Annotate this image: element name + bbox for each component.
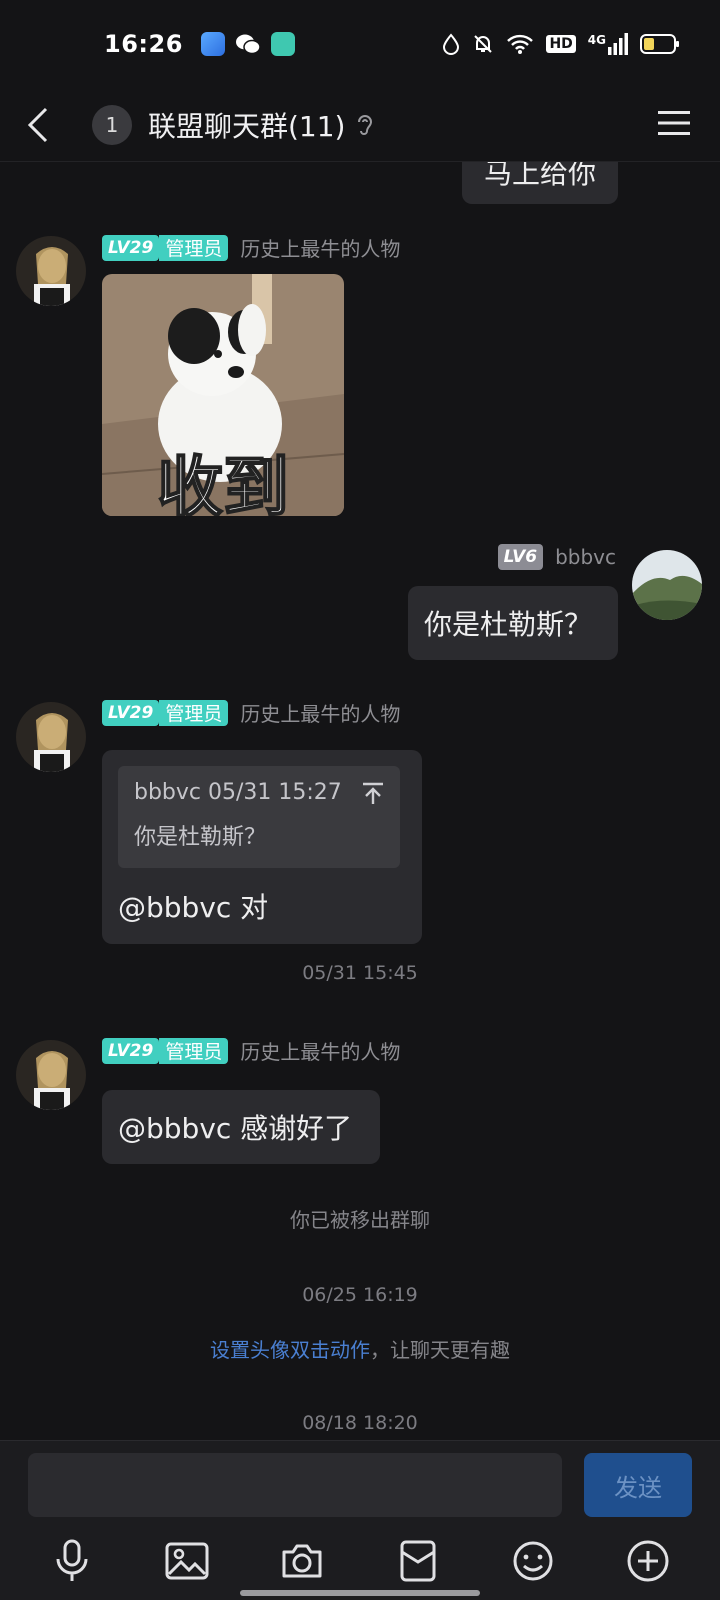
timestamp: 06/25 16:19 xyxy=(302,1284,418,1306)
sticker-caption: 收到 xyxy=(156,448,290,516)
message-text: @bbbvc 对 xyxy=(118,891,269,924)
sender-info: LV29 管理员 历史上最牛的人物 xyxy=(102,1036,400,1065)
level-badge: LV29 xyxy=(102,699,160,726)
quote-meta: bbbvc 05/31 15:27 xyxy=(134,780,342,805)
avatar-action-link[interactable]: 设置头像双击动作 xyxy=(210,1338,370,1362)
camera-icon[interactable] xyxy=(272,1531,332,1591)
message-text: @bbbvc 感谢好了 xyxy=(118,1112,353,1145)
level-badge: LV6 xyxy=(497,544,544,570)
status-indicators: HD 4G xyxy=(442,33,680,55)
level-badge: LV29 xyxy=(102,1037,160,1064)
chat-header: 1 联盟聊天群(11) xyxy=(0,88,720,162)
message-bubble[interactable]: @bbbvc 感谢好了 xyxy=(102,1090,380,1164)
avatar-self[interactable] xyxy=(632,550,702,620)
mute-bell-icon xyxy=(472,33,494,55)
timestamp: 08/18 18:20 xyxy=(302,1412,418,1434)
sender-name: bbbvc xyxy=(555,545,616,569)
message-text: 马上给你 xyxy=(483,162,596,190)
battery-icon xyxy=(640,33,680,55)
timestamp: 05/31 15:45 xyxy=(302,962,418,984)
quote-text: 你是杜勒斯？ xyxy=(134,825,267,850)
back-arrow-icon[interactable] xyxy=(26,107,62,143)
network-type: 4G xyxy=(587,33,606,47)
avatar[interactable] xyxy=(16,702,86,772)
input-bar: 发送 xyxy=(0,1440,720,1600)
status-app-icons xyxy=(200,32,295,56)
jump-to-original-icon[interactable] xyxy=(362,782,384,810)
chat-title: 联盟聊天群(11) xyxy=(148,109,346,143)
avatar[interactable] xyxy=(16,1040,86,1110)
wechat-icon xyxy=(235,32,261,56)
browser-app-icon xyxy=(200,32,225,56)
message-list[interactable]: 马上给你 LV29 管理员 历史上最牛的人物 收到 LV6 bbbvc 你是杜勒… xyxy=(0,162,720,1440)
message-bubble-partial[interactable]: 马上给你 xyxy=(462,162,618,204)
message-input[interactable] xyxy=(28,1453,562,1517)
send-button[interactable]: 发送 xyxy=(584,1453,692,1517)
input-toolbar xyxy=(0,1531,720,1591)
microphone-icon[interactable] xyxy=(42,1531,102,1591)
admin-badge: 管理员 xyxy=(159,1037,229,1064)
plus-icon[interactable] xyxy=(618,1531,678,1591)
drop-icon xyxy=(442,33,460,55)
sender-info: LV6 bbbvc xyxy=(497,544,616,570)
sender-info: LV29 管理员 历史上最牛的人物 xyxy=(102,233,400,262)
image-icon[interactable] xyxy=(157,1531,217,1591)
quoted-message[interactable]: bbbvc 05/31 15:27 你是杜勒斯？ xyxy=(118,766,400,868)
menu-icon[interactable] xyxy=(658,109,690,141)
member-title: 历史上最牛的人物 xyxy=(240,702,401,726)
reply-message-bubble[interactable]: bbbvc 05/31 15:27 你是杜勒斯？ @bbbvc 对 xyxy=(102,750,422,944)
emoji-icon[interactable] xyxy=(503,1531,563,1591)
red-packet-icon[interactable] xyxy=(388,1531,448,1591)
hd-icon: HD xyxy=(546,35,576,53)
message-text: 你是杜勒斯？ xyxy=(424,608,593,641)
avatar-tip-message: 设置头像双击动作，让聊天更有趣 xyxy=(0,1334,720,1363)
system-message: 你已被移出群聊 xyxy=(290,1208,430,1232)
tip-text: ，让聊天更有趣 xyxy=(370,1338,510,1362)
member-title: 历史上最牛的人物 xyxy=(240,1040,401,1064)
status-bar: 16:26 HD 4G xyxy=(0,0,720,88)
home-indicator[interactable] xyxy=(240,1590,480,1596)
assistant-app-icon xyxy=(270,32,295,56)
admin-badge: 管理员 xyxy=(159,699,229,726)
wifi-icon xyxy=(506,33,534,55)
signal-icon: 4G xyxy=(588,33,628,55)
sticker-image[interactable]: 收到 xyxy=(102,274,344,516)
message-bubble[interactable]: 你是杜勒斯？ xyxy=(408,586,618,660)
level-badge: LV29 xyxy=(102,234,160,261)
earpiece-mode-icon xyxy=(355,112,375,138)
admin-badge: 管理员 xyxy=(159,234,229,261)
unread-count-badge[interactable]: 1 xyxy=(92,104,132,145)
status-time: 16:26 xyxy=(104,30,183,58)
member-title: 历史上最牛的人物 xyxy=(240,237,401,261)
avatar[interactable] xyxy=(16,236,86,306)
sender-info: LV29 管理员 历史上最牛的人物 xyxy=(102,698,400,727)
